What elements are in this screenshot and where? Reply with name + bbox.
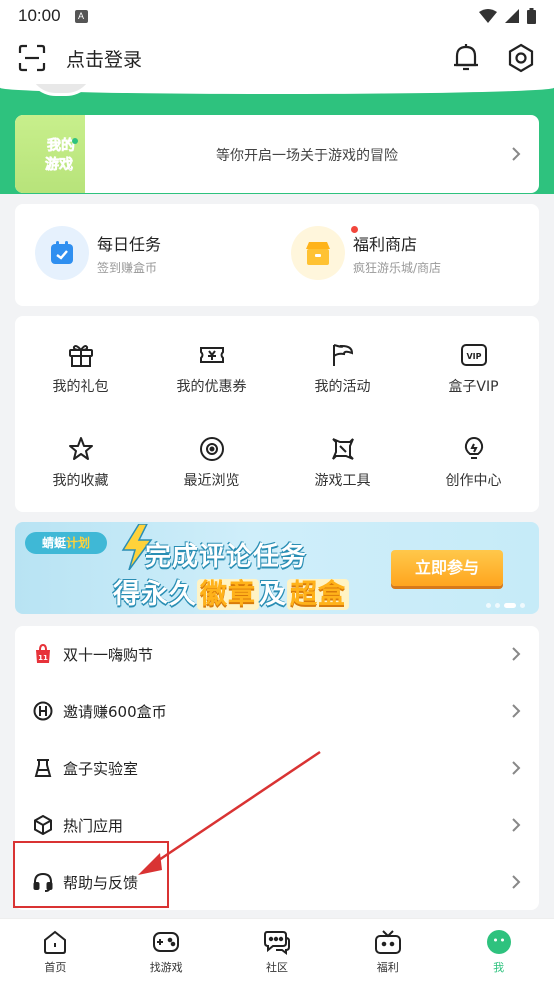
nav-label: 福利 [376, 961, 399, 974]
eye-icon [199, 437, 224, 461]
promo-headline: 完成评论任务 [145, 542, 308, 572]
new-dot [351, 226, 358, 233]
chevron-right-icon [512, 761, 521, 775]
signal-icon [505, 9, 519, 23]
grid-item-creation[interactable]: 创作中心 [408, 436, 539, 490]
gift-icon [68, 345, 93, 367]
chevron-right-icon [512, 704, 521, 718]
face-icon [486, 930, 511, 954]
wifi-icon [479, 9, 497, 23]
header: 点击登录 [0, 32, 554, 84]
daily-task-title: 每日任务 [97, 234, 162, 254]
promo-text-c: 及 [259, 579, 287, 610]
status-bar: 10:00 A [0, 0, 554, 32]
coupon-icon [199, 347, 224, 363]
daily-task-icon-bg [35, 226, 89, 280]
promo-text-d: 超盒 [287, 579, 349, 610]
grid-label: 创作中心 [445, 473, 502, 489]
list-label: 双十一嗨购节 [63, 645, 154, 664]
nav-label: 社区 [265, 961, 288, 974]
list-item-invite[interactable]: 邀请赚600盒币 [15, 683, 539, 739]
banner-description: 等你开启一场关于游戏的冒险 [216, 148, 398, 164]
grid-label: 我的收藏 [52, 473, 109, 489]
vip-text: VIP [466, 352, 481, 361]
list-item-lab[interactable]: 盒子实验室 [15, 740, 539, 796]
promo-text-b: 徽章 [197, 579, 259, 610]
shopping-bag-icon: 11 [36, 644, 50, 663]
chat-icon [263, 931, 290, 955]
cube-icon [34, 815, 52, 835]
nav-label: 首页 [44, 961, 67, 974]
grid-label: 游戏工具 [314, 473, 371, 489]
daily-task-subtitle: 签到赚盒币 [97, 260, 158, 275]
grid-item-recent[interactable]: 最近浏览 [146, 436, 277, 490]
status-time: 10:00 [18, 6, 61, 25]
tv-gift-icon [374, 930, 401, 954]
grid-label: 最近浏览 [183, 473, 240, 489]
daily-task-button[interactable]: 每日任务 签到赚盒币 [35, 226, 161, 280]
tasks-card: 每日任务 签到赚盒币 福利商店 疯狂游乐城/商店 [15, 204, 539, 306]
grid-label: 盒子VIP [448, 379, 499, 395]
calendar-check-icon [51, 241, 73, 264]
shop-icon [306, 242, 330, 265]
flask-icon [34, 759, 52, 777]
grid-item-gift[interactable]: 我的礼包 [15, 342, 146, 396]
chevron-right-icon [512, 818, 521, 832]
bell-icon[interactable] [452, 43, 480, 73]
grid-label: 我的优惠券 [176, 379, 247, 395]
grid-item-vip[interactable]: VIP 盒子VIP [408, 342, 539, 396]
join-now-button[interactable]: 立即参与 [391, 550, 503, 586]
login-link[interactable]: 点击登录 [66, 45, 142, 72]
list-label: 邀请赚600盒币 [63, 702, 167, 721]
nav-community[interactable]: 社区 [222, 919, 333, 984]
list-item-double11[interactable]: 11 双十一嗨购节 [15, 626, 539, 682]
nav-welfare[interactable]: 福利 [332, 919, 443, 984]
nav-find-games[interactable]: 找游戏 [111, 919, 222, 984]
svg-text:11: 11 [38, 654, 48, 662]
nav-home[interactable]: 首页 [0, 919, 111, 984]
chevron-right-icon [512, 147, 521, 161]
promo-tag: 蜻蜓计划 [25, 532, 107, 554]
grid-item-favorites[interactable]: 我的收藏 [15, 436, 146, 490]
system-icons [479, 8, 536, 24]
chevron-right-icon [512, 647, 521, 661]
promo-subheadline: 得永久 徽章及超盒 [113, 572, 349, 611]
h-coin-icon [33, 701, 53, 721]
welfare-shop-title: 福利商店 [353, 234, 418, 254]
welfare-shop-button[interactable]: 福利商店 疯狂游乐城/商店 [291, 226, 441, 280]
list-label: 盒子实验室 [63, 759, 139, 778]
grid-label: 我的活动 [314, 379, 371, 395]
promo-text-a: 得永久 [113, 579, 197, 610]
settings-icon[interactable] [506, 43, 536, 73]
nav-label: 我 [493, 961, 505, 974]
list-label: 热门应用 [63, 816, 124, 835]
notification-icon: A [74, 9, 88, 23]
annotation-highlight-box [13, 841, 169, 908]
nav-label: 找游戏 [149, 961, 183, 974]
promo-tag-a: 蜻蜓 [41, 536, 66, 550]
tools-icon [331, 438, 354, 460]
gamepad-icon [153, 932, 180, 952]
grid-item-activity[interactable]: 我的活动 [277, 342, 408, 396]
carousel-dots [486, 603, 525, 608]
flag-icon [332, 344, 353, 366]
features-grid: 我的礼包 我的优惠券 我的活动 VIP 盒子VIP 我的收藏 最近浏览 游戏工具… [15, 316, 539, 512]
my-games-banner[interactable]: 我的 游戏 等你开启一场关于游戏的冒险 [15, 115, 539, 193]
bulb-icon [464, 436, 483, 459]
bottom-nav: 首页 找游戏 社区 福利 我 [0, 918, 554, 984]
grid-label: 我的礼包 [52, 379, 109, 395]
grid-item-tools[interactable]: 游戏工具 [277, 436, 408, 490]
grid-item-coupon[interactable]: 我的优惠券 [146, 342, 277, 396]
chevron-right-icon [512, 875, 521, 889]
home-icon [44, 930, 67, 954]
promo-tag-b: 计划 [66, 536, 91, 550]
vip-icon: VIP [460, 344, 487, 366]
welfare-shop-icon-bg [291, 226, 345, 280]
welfare-shop-subtitle: 疯狂游乐城/商店 [353, 260, 442, 275]
star-icon [68, 437, 93, 460]
nav-me[interactable]: 我 [443, 919, 554, 984]
promo-banner[interactable]: 蜻蜓计划 完成评论任务 得永久 徽章及超盒 立即参与 [15, 522, 539, 614]
battery-icon [527, 8, 536, 24]
scan-icon[interactable] [18, 44, 46, 72]
